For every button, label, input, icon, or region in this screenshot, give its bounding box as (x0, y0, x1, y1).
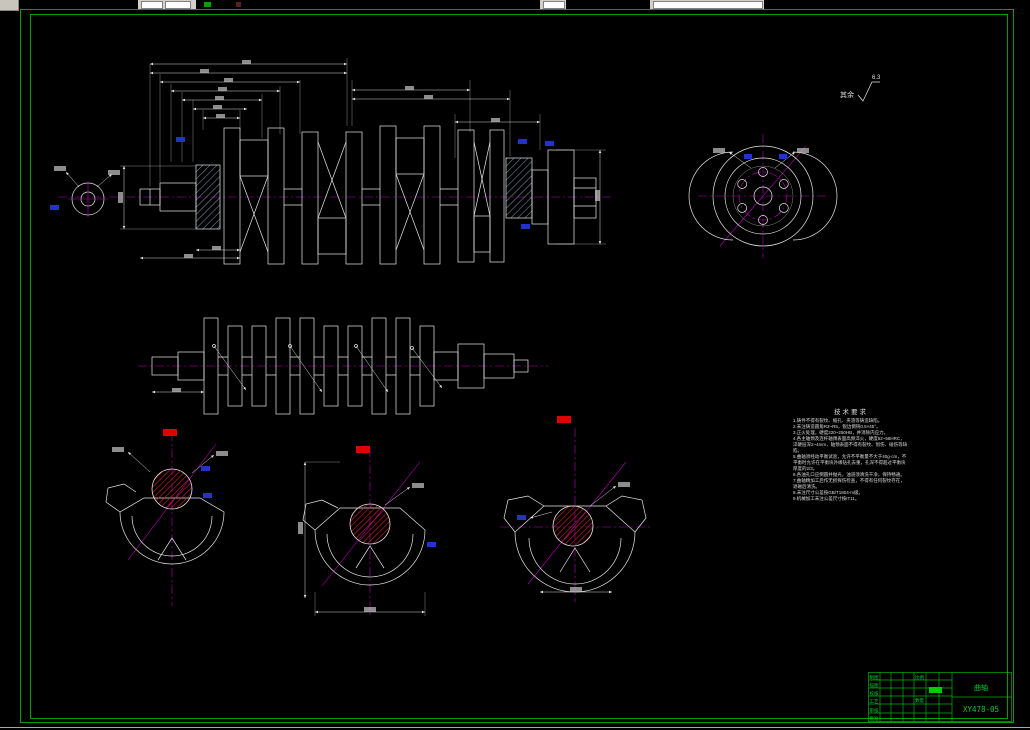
oil-hole-leaders (212, 344, 443, 393)
title-block-highlight-cell (929, 687, 942, 693)
section-label-highlight (557, 416, 571, 423)
title-block-label: 校核 (870, 690, 879, 697)
title-block-label: 数量 (915, 697, 924, 704)
tech-note-line: 7.曲轴精加工后作无损探伤检查，不得有任何裂纹存在，退磁后清洗。 (793, 478, 905, 489)
cad-window: 其余 6.3 制图 描图 校核 工艺 审核 批准 比例 数量 曲轴 XY478-… (0, 0, 1030, 730)
highlighted-dimension (201, 466, 210, 471)
shaft-end-view (50, 166, 120, 217)
crankshaft-elevation-view (50, 58, 612, 265)
tech-note-line: 9.机械加工未注公差尺寸按IT11。 (793, 496, 860, 501)
highlighted-dimension (545, 141, 554, 146)
bolt-hole (737, 203, 748, 213)
web-section-b (298, 446, 436, 618)
crankshaft-silhouette-view (138, 317, 548, 415)
main-journal-hatched (505, 157, 533, 219)
highlighted-dimension (203, 493, 212, 498)
highlighted-dimension (176, 137, 185, 142)
tech-note-line: 4.各主轴颈及连杆轴颈表面高频淬火，硬度52~58HRC，淬硬层深2~4mm，轴… (793, 436, 908, 453)
tech-requirements-block: 技术要求 1.铸件不得有裂纹、缩孔、夹渣等铸造缺陷。 2.未注铸造圆角R3~R5… (793, 406, 909, 502)
crankpin-section-hatched (349, 503, 391, 545)
window-bottom-edge (0, 727, 1030, 728)
tech-note-line: 5.曲轴须经动平衡试验，允许不平衡量不大于40g·cm，不平衡时允许在平衡块外缘… (793, 454, 907, 471)
surface-note-value: 6.3 (872, 75, 881, 81)
highlighted-dimension (744, 154, 752, 159)
surface-note-label: 其余 (840, 90, 854, 99)
main-journal-hatched (195, 164, 221, 230)
surface-finish-note: 其余 6.3 (840, 75, 881, 102)
highlighted-dimension (50, 205, 59, 210)
title-block-label: 批准 (870, 715, 879, 722)
highlighted-dimension (517, 515, 526, 520)
section-label-highlight (356, 446, 370, 453)
highlighted-dimension (518, 139, 527, 144)
crank-throw (223, 127, 285, 265)
title-block: 制图 描图 校核 工艺 审核 批准 比例 数量 曲轴 XY478-05 (868, 672, 1012, 722)
title-block-drawing-number: XY478-05 (963, 705, 999, 714)
tech-requirements-title: 技术要求 (834, 409, 868, 416)
web-section-a (105, 429, 228, 606)
section-label-highlight (163, 429, 177, 436)
highlighted-dimension (521, 224, 530, 229)
crank-throw (379, 125, 441, 265)
crankpin-section-hatched (151, 468, 193, 510)
highlighted-dimension (779, 154, 787, 159)
title-block-label: 制图 (870, 674, 879, 681)
title-block-label: 描图 (870, 682, 879, 689)
title-block-part-name: 曲轴 (974, 683, 988, 692)
crankpin-section-hatched (552, 505, 594, 547)
roughness-symbol-icon (857, 81, 880, 102)
web-section-c (500, 416, 652, 602)
highlighted-dimension (427, 542, 436, 547)
title-block-label: 审核 (870, 707, 879, 714)
title-block-label: 工艺 (870, 699, 879, 704)
cad-canvas[interactable]: 其余 6.3 制图 描图 校核 工艺 审核 批准 比例 数量 曲轴 XY478-… (0, 0, 1030, 730)
title-block-label: 比例 (915, 674, 924, 681)
flange-front-view (688, 134, 838, 258)
crank-throw (301, 131, 363, 265)
crank-throw (457, 129, 505, 263)
